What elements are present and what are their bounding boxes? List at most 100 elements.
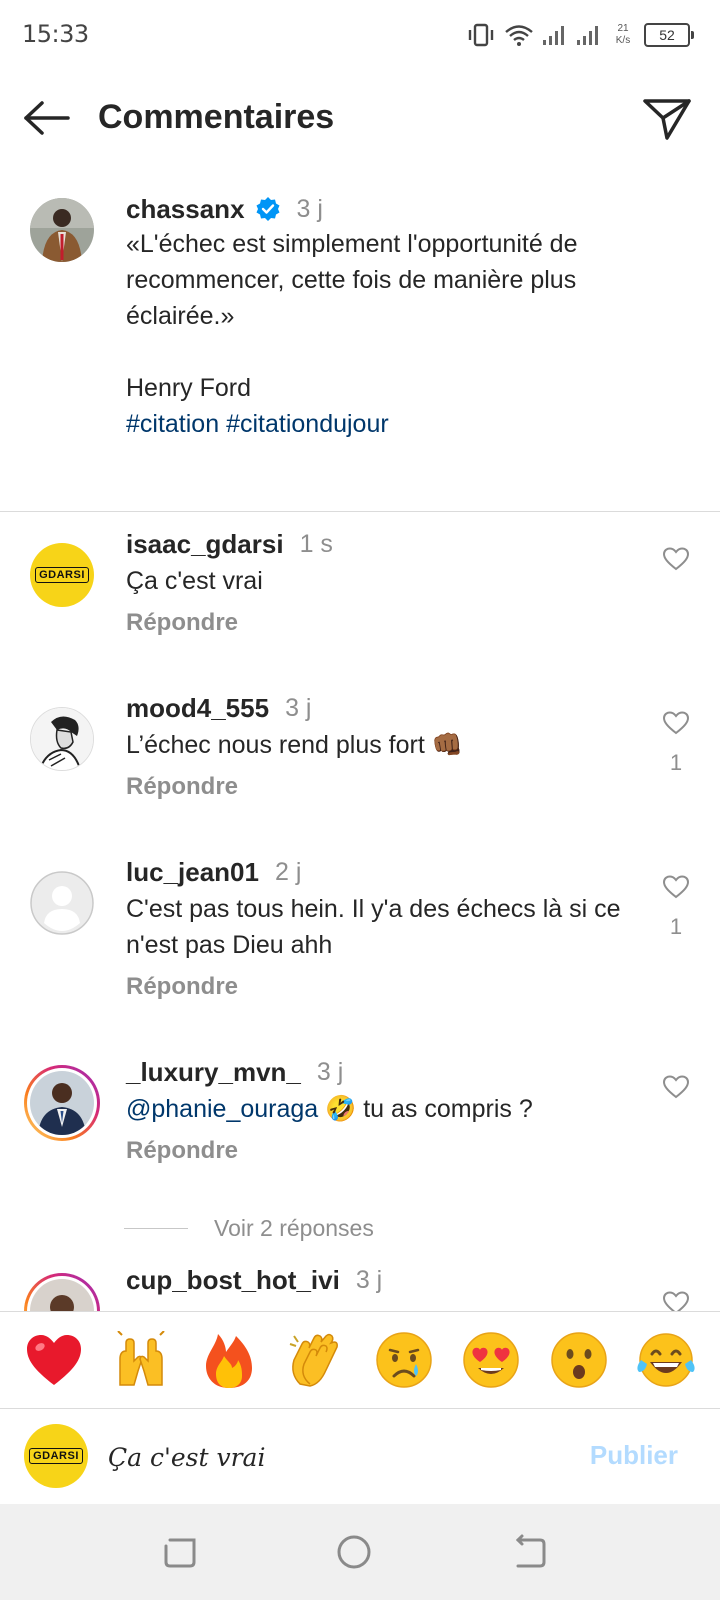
emoji-bar xyxy=(0,1311,720,1409)
avatar[interactable] xyxy=(30,707,94,771)
profile-photo xyxy=(31,708,93,770)
divider xyxy=(124,1228,188,1229)
status-bar: 15:33 21 K/s 52 xyxy=(0,0,720,70)
comment-time: 1 s xyxy=(299,529,333,558)
reply-button[interactable]: Répondre xyxy=(126,609,646,637)
profile-photo xyxy=(30,198,94,262)
hashtags: #citation #citationdujour xyxy=(126,406,646,442)
home-button[interactable] xyxy=(334,1532,374,1572)
comment-item: luc_jean01 2 j C'est pas tous hein. Il y'… xyxy=(0,853,720,1023)
like-button[interactable] xyxy=(660,547,692,586)
gdarsi-logo: GDARSI xyxy=(30,543,94,607)
wifi-icon xyxy=(505,25,533,46)
avatar: GDARSI xyxy=(24,1424,88,1488)
signal-icon-2 xyxy=(577,26,598,45)
comment-input[interactable] xyxy=(108,1432,548,1482)
comment-text: @phanie_ouraga 🤣 tu as compris ? xyxy=(126,1091,646,1127)
comment-body: _luxury_mvn_ 3 j @phanie_ouraga 🤣 tu as c… xyxy=(126,1053,646,1165)
home-icon xyxy=(337,1535,371,1569)
like-button[interactable]: 1 xyxy=(660,711,692,776)
header: Commentaires xyxy=(0,80,720,160)
system-nav-bar xyxy=(0,1504,720,1600)
recent-apps-icon xyxy=(164,1538,196,1568)
profile-photo xyxy=(30,1071,94,1135)
caption-body: chassanx 3 j «L'échec est simplement l'o… xyxy=(126,190,646,442)
heart-eyes-emoji-icon[interactable] xyxy=(459,1328,523,1392)
username[interactable]: isaac_gdarsi xyxy=(126,529,284,560)
comment-composer: GDARSI Publier xyxy=(0,1410,720,1504)
back-button[interactable] xyxy=(22,96,74,140)
raising-hands-emoji-icon[interactable] xyxy=(109,1328,173,1392)
publish-button[interactable]: Publier xyxy=(590,1440,678,1471)
like-button[interactable] xyxy=(660,1075,692,1114)
comment-time: 3 j xyxy=(316,1057,344,1086)
view-replies-button[interactable]: Voir 2 réponses xyxy=(124,1215,374,1242)
heart-icon xyxy=(662,1291,690,1311)
paper-plane-icon xyxy=(643,99,691,140)
status-time: 15:33 xyxy=(22,20,89,48)
arrow-left-icon xyxy=(24,101,70,135)
heart-icon xyxy=(662,711,690,735)
status-icons: 21 K/s 52 xyxy=(466,18,694,52)
username[interactable]: mood4_555 xyxy=(126,693,269,724)
comment-time: 3 j xyxy=(355,1265,383,1294)
avatar[interactable]: GDARSI xyxy=(30,543,94,607)
like-button[interactable]: 1 xyxy=(660,875,692,940)
comment-text: C'est pas tous hein. Il y'a des échecs l… xyxy=(126,895,621,959)
tears-of-joy-emoji-icon[interactable] xyxy=(634,1328,698,1392)
avatar[interactable] xyxy=(30,871,94,935)
comment-text: Ça c'est vrai xyxy=(126,567,263,595)
back-nav-icon xyxy=(515,1534,546,1568)
comment-body: cup_bost_hot_ivi 3 j xyxy=(126,1261,646,1299)
like-count: 1 xyxy=(669,914,683,939)
post-time: 3 j xyxy=(296,194,323,223)
comment-time: 3 j xyxy=(285,693,312,722)
comment-body: isaac_gdarsi 1 s Ça c'est vrai Répondre xyxy=(126,525,646,637)
story-ring[interactable] xyxy=(24,1065,100,1141)
surprised-face-emoji-icon[interactable] xyxy=(547,1328,611,1392)
comment-body: mood4_555 3 j L’échec nous rend plus fort… xyxy=(126,689,646,801)
heart-emoji-icon[interactable] xyxy=(22,1328,86,1392)
like-button[interactable] xyxy=(660,1291,692,1311)
default-avatar-icon xyxy=(30,871,94,935)
reply-button[interactable]: Répondre xyxy=(126,773,646,801)
reply-button[interactable]: Répondre xyxy=(126,973,646,1001)
page-title: Commentaires xyxy=(98,98,335,136)
comment-text: L’échec nous rend plus fort 👊🏾 xyxy=(126,731,463,759)
heart-icon xyxy=(662,1075,690,1099)
username[interactable]: luc_jean01 xyxy=(126,857,259,888)
reply-button[interactable]: Répondre xyxy=(126,1137,646,1165)
share-button[interactable] xyxy=(642,96,692,142)
username[interactable]: cup_bost_hot_ivi xyxy=(126,1265,340,1296)
post-caption: chassanx 3 j «L'échec est simplement l'o… xyxy=(0,190,720,512)
comment-item: mood4_555 3 j L’échec nous rend plus fort… xyxy=(0,689,720,819)
mention-link[interactable]: @phanie_ouraga xyxy=(126,1095,318,1123)
recent-apps-button[interactable] xyxy=(160,1532,200,1572)
avatar[interactable] xyxy=(30,198,94,262)
username[interactable]: _luxury_mvn_ xyxy=(126,1057,301,1088)
username[interactable]: chassanx xyxy=(126,194,245,225)
caption-text: «L'échec est simplement l'opportunité de… xyxy=(126,230,578,402)
vibrate-icon xyxy=(468,23,494,47)
gdarsi-logo: GDARSI xyxy=(24,1424,88,1488)
back-nav-button[interactable] xyxy=(510,1532,550,1572)
signal-icon-1 xyxy=(543,26,564,45)
fire-emoji-icon[interactable] xyxy=(197,1328,261,1392)
comment-item: GDARSI isaac_gdarsi 1 s Ça c'est vrai Rép… xyxy=(0,525,720,655)
battery-icon: 52 xyxy=(644,23,694,47)
net-speed: 21 K/s xyxy=(615,23,631,46)
clapping-hands-emoji-icon[interactable] xyxy=(284,1328,348,1392)
comment-body: luc_jean01 2 j C'est pas tous hein. Il y'… xyxy=(126,853,646,1001)
hashtag-link[interactable]: #citation xyxy=(126,410,219,438)
heart-icon xyxy=(662,875,690,899)
view-replies-label: Voir 2 réponses xyxy=(214,1215,374,1241)
heart-icon xyxy=(662,547,690,571)
profile-photo xyxy=(30,1279,94,1311)
comment-item: cup_bost_hot_ivi 3 j xyxy=(0,1261,720,1311)
comment-item: _luxury_mvn_ 3 j @phanie_ouraga 🤣 tu as c… xyxy=(0,1053,720,1193)
crying-face-emoji-icon[interactable] xyxy=(372,1328,436,1392)
story-ring[interactable] xyxy=(24,1273,100,1311)
caption-meta: chassanx 3 j xyxy=(126,190,646,228)
comment-time: 2 j xyxy=(274,857,302,886)
hashtag-link[interactable]: #citationdujour xyxy=(226,410,389,438)
